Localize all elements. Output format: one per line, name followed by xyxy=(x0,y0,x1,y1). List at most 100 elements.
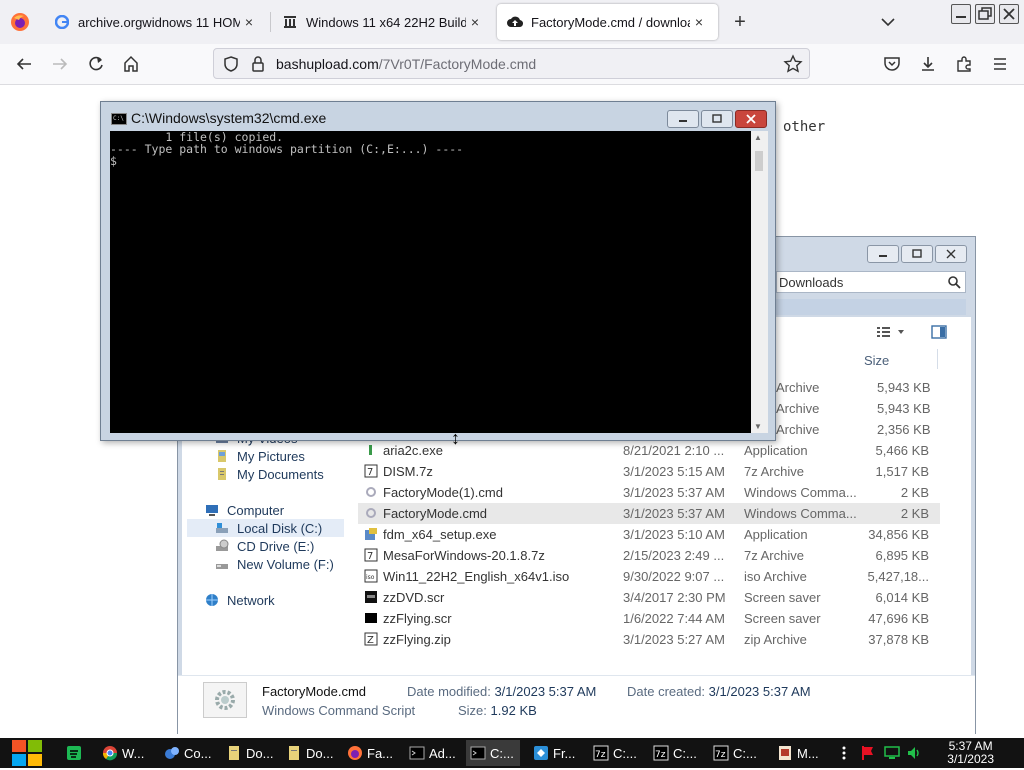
nav-item-network[interactable]: Network xyxy=(205,592,275,608)
explorer-maximize-button[interactable] xyxy=(901,245,933,263)
file-size: 47,696 KB xyxy=(868,611,929,626)
archive-file-icon: 7 xyxy=(364,548,378,562)
nav-item-label: CD Drive (E:) xyxy=(237,538,315,554)
list-tabs-chevron-down-icon[interactable] xyxy=(878,12,898,32)
resize-vertical-cursor-icon: ↕ xyxy=(451,428,460,448)
tracking-protection-shield-icon[interactable] xyxy=(222,55,240,76)
more-options-vertical-dots-icon[interactable] xyxy=(836,745,852,761)
taskbar-spotify-icon[interactable] xyxy=(66,740,86,766)
red-flag-icon[interactable] xyxy=(860,745,876,761)
downloads-icon[interactable] xyxy=(916,52,940,76)
scroll-down-arrow-icon[interactable]: ▼ xyxy=(754,422,762,431)
file-row-zzflying-zip[interactable]: Z zzFlying.zip 3/1/2023 5:27 AM zip Arch… xyxy=(358,629,940,650)
taskbar-item-7zip-1[interactable]: 7z C:... xyxy=(593,740,637,766)
forward-arrow-icon[interactable] xyxy=(48,52,72,76)
taskbar-item-admin-cmd[interactable]: Ad... xyxy=(409,740,456,766)
file-row-aria2c[interactable]: aria2c.exe 8/21/2021 2:10 ... Applicatio… xyxy=(358,440,940,461)
cmd-window-title: C:\Windows\system32\cmd.exe xyxy=(131,110,327,126)
restore-window-button[interactable] xyxy=(975,4,995,24)
details-size-label: Size: xyxy=(458,703,487,718)
taskbar-item-chrome[interactable]: W... xyxy=(102,740,144,766)
firefox-menu-icon[interactable] xyxy=(6,8,34,36)
file-row-fdm-setup[interactable]: fdm_x64_setup.exe 3/1/2023 5:10 AM Appli… xyxy=(358,524,940,545)
lock-icon[interactable] xyxy=(250,55,266,76)
close-tab-icon[interactable]: × xyxy=(240,14,258,30)
taskbar-item-control-panel[interactable]: Co... xyxy=(164,740,211,766)
home-icon[interactable] xyxy=(119,52,143,76)
file-size: 37,878 KB xyxy=(868,632,929,647)
scroll-thumb[interactable] xyxy=(755,151,763,171)
cmd-window[interactable]: C:\ C:\Windows\system32\cmd.exe 1 file(s… xyxy=(100,101,776,441)
taskbar-item-documents-1[interactable]: Do... xyxy=(226,740,273,766)
file-date: 8/21/2021 2:10 ... xyxy=(623,443,725,458)
hamburger-menu-icon[interactable] xyxy=(988,52,1012,76)
taskbar-item-7zip-2[interactable]: 7z C:... xyxy=(653,740,697,766)
reload-icon[interactable] xyxy=(84,52,108,76)
file-row-factorymode-1[interactable]: FactoryMode(1).cmd 3/1/2023 5:37 AM Wind… xyxy=(358,482,940,503)
cmd-close-button[interactable] xyxy=(735,110,767,128)
search-icon[interactable] xyxy=(947,275,961,292)
screensaver-black-icon xyxy=(364,611,378,625)
taskbar-item-freefilesync[interactable]: Fr... xyxy=(533,740,575,766)
mail-icon xyxy=(777,745,793,761)
explorer-search-box[interactable]: Downloads xyxy=(776,271,966,293)
folder-icon xyxy=(286,745,302,761)
minimize-window-button[interactable] xyxy=(951,4,971,24)
network-monitor-icon[interactable] xyxy=(884,745,900,761)
cmd-maximize-button[interactable] xyxy=(701,110,733,128)
view-options-icon[interactable] xyxy=(876,325,908,342)
details-modified: Date modified: 3/1/2023 5:37 AM xyxy=(407,684,596,699)
scroll-up-arrow-icon[interactable]: ▲ xyxy=(754,133,762,142)
close-window-button[interactable] xyxy=(999,4,1019,24)
close-tab-icon[interactable]: × xyxy=(690,14,708,30)
column-separator[interactable] xyxy=(937,349,938,369)
nav-item-computer[interactable]: Computer xyxy=(205,502,284,518)
file-row-zzflying-scr[interactable]: zzFlying.scr 1/6/2022 7:44 AM Screen sav… xyxy=(358,608,940,629)
tab-windows-build[interactable]: Windows 11 x64 22H2 Build 22621 × xyxy=(272,4,494,40)
file-row-dism[interactable]: 7 DISM.7z 3/1/2023 5:15 AM 7z Archive 1,… xyxy=(358,461,940,482)
taskbar-item-mail[interactable]: M... xyxy=(777,740,819,766)
nav-item-my-pictures[interactable]: My Pictures xyxy=(215,448,305,464)
nav-item-local-disk[interactable]: Local Disk (C:) xyxy=(187,519,344,537)
screensaver-icon xyxy=(364,590,378,604)
cmd-scrollbar[interactable]: ▲ ▼ xyxy=(751,131,768,433)
file-name: FactoryMode(1).cmd xyxy=(383,485,503,500)
explorer-close-button[interactable] xyxy=(935,245,967,263)
details-file-name: FactoryMode.cmd xyxy=(262,684,367,699)
file-date: 1/6/2022 7:44 AM xyxy=(623,611,725,626)
taskbar-item-documents-2[interactable]: Do... xyxy=(286,740,333,766)
browser-tab-bar: archive.orgwidnows 11 HOME ED × Windows … xyxy=(0,0,1024,44)
extensions-icon[interactable] xyxy=(952,52,976,76)
url-host: bashupload.com xyxy=(276,56,379,72)
address-bar[interactable]: bashupload.com/7Vr0T/FactoryMode.cmd xyxy=(213,48,810,79)
taskbar-item-cmd-active[interactable]: C:... xyxy=(466,740,520,766)
cmd-console[interactable]: 1 file(s) copied. ---- Type path to wind… xyxy=(110,131,751,433)
close-tab-icon[interactable]: × xyxy=(466,14,484,30)
file-row-factorymode[interactable]: FactoryMode.cmd 3/1/2023 5:37 AM Windows… xyxy=(358,503,940,524)
nav-item-cd-drive[interactable]: CD Drive (E:) xyxy=(215,538,314,554)
taskbar-item-firefox[interactable]: Fa... xyxy=(347,740,393,766)
preview-pane-icon[interactable] xyxy=(931,325,947,342)
explorer-minimize-button[interactable] xyxy=(867,245,899,263)
taskbar-item-7zip-3[interactable]: 7z C:... xyxy=(713,740,757,766)
start-button-windows-icon[interactable] xyxy=(10,739,44,767)
nav-item-my-documents[interactable]: My Documents xyxy=(215,466,324,482)
system-clock[interactable]: 5:37 AM 3/1/2023 xyxy=(947,740,994,766)
nav-item-new-volume[interactable]: New Volume (F:) xyxy=(215,556,334,572)
back-arrow-icon[interactable] xyxy=(12,52,36,76)
file-row-mesa[interactable]: 7 MesaForWindows-20.1.8.7z 2/15/2023 2:4… xyxy=(358,545,940,566)
file-row-win11-iso[interactable]: iso Win11_22H2_English_x64v1.iso 9/30/20… xyxy=(358,566,940,587)
tab-archive[interactable]: archive.orgwidnows 11 HOME ED × xyxy=(44,4,268,40)
tab-factorymode[interactable]: FactoryMode.cmd / download × xyxy=(497,4,718,40)
cmd-minimize-button[interactable] xyxy=(667,110,699,128)
pocket-icon[interactable] xyxy=(880,52,904,76)
volume-speaker-icon[interactable] xyxy=(906,745,922,761)
file-row-zzdvd[interactable]: zzDVD.scr 3/4/2017 2:30 PM Screen saver … xyxy=(358,587,940,608)
new-tab-button[interactable]: + xyxy=(728,10,752,34)
control-panel-icon xyxy=(164,745,180,761)
bookmark-star-icon[interactable] xyxy=(783,54,803,77)
column-header-size[interactable]: Size xyxy=(864,353,889,368)
file-size: 2 KB xyxy=(900,485,929,500)
spotify-icon xyxy=(66,745,82,761)
taskbar-item-label: C:... xyxy=(733,745,757,761)
